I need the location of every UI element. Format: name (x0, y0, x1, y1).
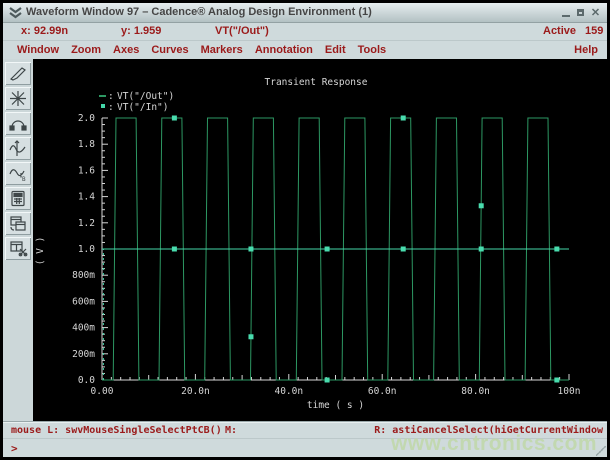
left-toolbar: B (3, 59, 33, 421)
data-marker-in[interactable] (324, 246, 330, 252)
data-marker-out[interactable] (171, 115, 177, 121)
active-label: Active (543, 25, 577, 37)
title-bar[interactable]: Waveform Window 97 – Cadence® Analog Des… (3, 3, 607, 23)
resize-grip[interactable] (596, 446, 606, 456)
active-count: 159 (585, 25, 604, 37)
close-button[interactable]: ✕ (590, 7, 601, 18)
x-tick-label: 80.0n (461, 386, 490, 397)
y-tick-label: 200m (72, 349, 95, 360)
calculator-icon (11, 190, 25, 207)
menu-tools[interactable]: Tools (358, 43, 387, 57)
window-title: Waveform Window 97 – Cadence® Analog Des… (26, 6, 372, 18)
menu-curves[interactable]: Curves (151, 43, 188, 57)
x-tick-label: 0.00 (91, 386, 114, 397)
data-marker-out[interactable] (248, 334, 254, 340)
data-marker-out[interactable] (400, 115, 406, 121)
x-tick-label: 20.0n (181, 386, 210, 397)
y-tick-label: 800m (72, 270, 95, 281)
data-marker-in[interactable] (554, 246, 560, 252)
minimize-icon (561, 14, 570, 17)
cursor-y-readout: y: 1.959 (121, 25, 162, 37)
cut-window-button[interactable] (5, 237, 31, 260)
legend-label-in: VT("/In") (117, 102, 168, 113)
data-marker-in[interactable] (478, 246, 484, 252)
wave-b-marker-icon: B (9, 169, 26, 182)
window-body: Waveform Window 97 – Cadence® Analog Des… (3, 3, 607, 457)
menu-edit[interactable]: Edit (325, 43, 346, 57)
legend-label-out: VT("/Out") (117, 91, 174, 102)
vert-marker-icon (9, 140, 26, 156)
window-menu-chevron-icon[interactable] (8, 6, 23, 19)
y-tick-label: 600m (72, 296, 95, 307)
data-marker-in[interactable] (171, 246, 177, 252)
menu-window[interactable]: Window (17, 43, 59, 57)
x-tick-label: 60.0n (368, 386, 397, 397)
arc-marker-icon (9, 120, 27, 131)
menu-help[interactable]: Help (574, 44, 598, 56)
maximize-icon (577, 9, 584, 16)
arc-marker-button[interactable] (5, 112, 31, 135)
data-marker-in[interactable] (400, 246, 406, 252)
legend-square-symbol (101, 104, 105, 108)
plot-area: 0.00 20.0n 40.0n 60.0n 80.0n 100n 0.0 200m 400m 6… (33, 59, 607, 421)
y-tick-label: 0.0 (78, 375, 95, 386)
waveform-window: Waveform Window 97 – Cadence® Analog Des… (0, 0, 610, 460)
minimize-button[interactable] (560, 7, 571, 18)
maximize-button[interactable] (575, 7, 586, 18)
data-marker-in[interactable] (248, 246, 254, 252)
zoom-star-icon (10, 91, 26, 106)
chart-title: Transient Response (265, 77, 368, 88)
mouse-left-binding: mouse L: swvMouseSingleSelectPtCB() (11, 425, 222, 436)
menu-annotation[interactable]: Annotation (255, 43, 313, 57)
x-axis-title: time ( s ) (307, 400, 364, 411)
mouse-middle-binding: M: (225, 425, 238, 436)
vertical-marker-button[interactable] (5, 137, 31, 160)
calculator-button[interactable] (5, 187, 31, 210)
cursor-x-readout: x: 92.99n (21, 25, 69, 37)
watermark: www.cntronics.com (391, 432, 598, 455)
data-marker-out[interactable] (324, 377, 330, 383)
probe-button[interactable] (5, 62, 31, 85)
data-marker-out[interactable] (478, 203, 484, 209)
plot-canvas[interactable]: 0.00 20.0n 40.0n 60.0n 80.0n 100n 0.0 200m 400m 6… (33, 59, 607, 421)
copy-window-button[interactable] (5, 212, 31, 235)
x-tick-label: 40.0n (274, 386, 303, 397)
menu-markers[interactable]: Markers (201, 43, 243, 57)
y-axis-title: ( V ) (35, 237, 46, 266)
menu-zoom[interactable]: Zoom (71, 43, 101, 57)
data-marker-out[interactable] (554, 377, 560, 383)
readout-strip: x: 92.99n y: 1.959 VT("/Out") Active 159 (3, 23, 607, 41)
y-tick-label: 1.4 (78, 192, 95, 203)
y-tick-label: 1.0 (78, 244, 95, 255)
y-tick-label: 400m (72, 323, 95, 334)
cut-window-icon (10, 241, 28, 257)
y-tick-label: 1.6 (78, 165, 95, 176)
legend-colon: : (108, 102, 114, 113)
probe-pen-icon (9, 67, 26, 81)
y-tick-label: 1.8 (78, 139, 95, 150)
prompt-symbol: > (11, 442, 18, 455)
x-tick-label: 100n (558, 386, 581, 397)
zoom-fit-button[interactable] (5, 87, 31, 110)
point-marker-button[interactable]: B (5, 162, 31, 185)
close-icon: ✕ (590, 6, 601, 19)
menu-bar: Window Zoom Axes Curves Markers Annotati… (3, 41, 607, 59)
copy-window-icon (10, 216, 26, 231)
menu-axes[interactable]: Axes (113, 43, 139, 57)
legend-colon: : (108, 91, 114, 102)
active-trace-readout: VT("/Out") (215, 25, 269, 37)
y-tick-label: 1.2 (78, 218, 95, 229)
y-tick-label: 2.0 (78, 113, 95, 124)
svg-text:B: B (22, 176, 26, 182)
